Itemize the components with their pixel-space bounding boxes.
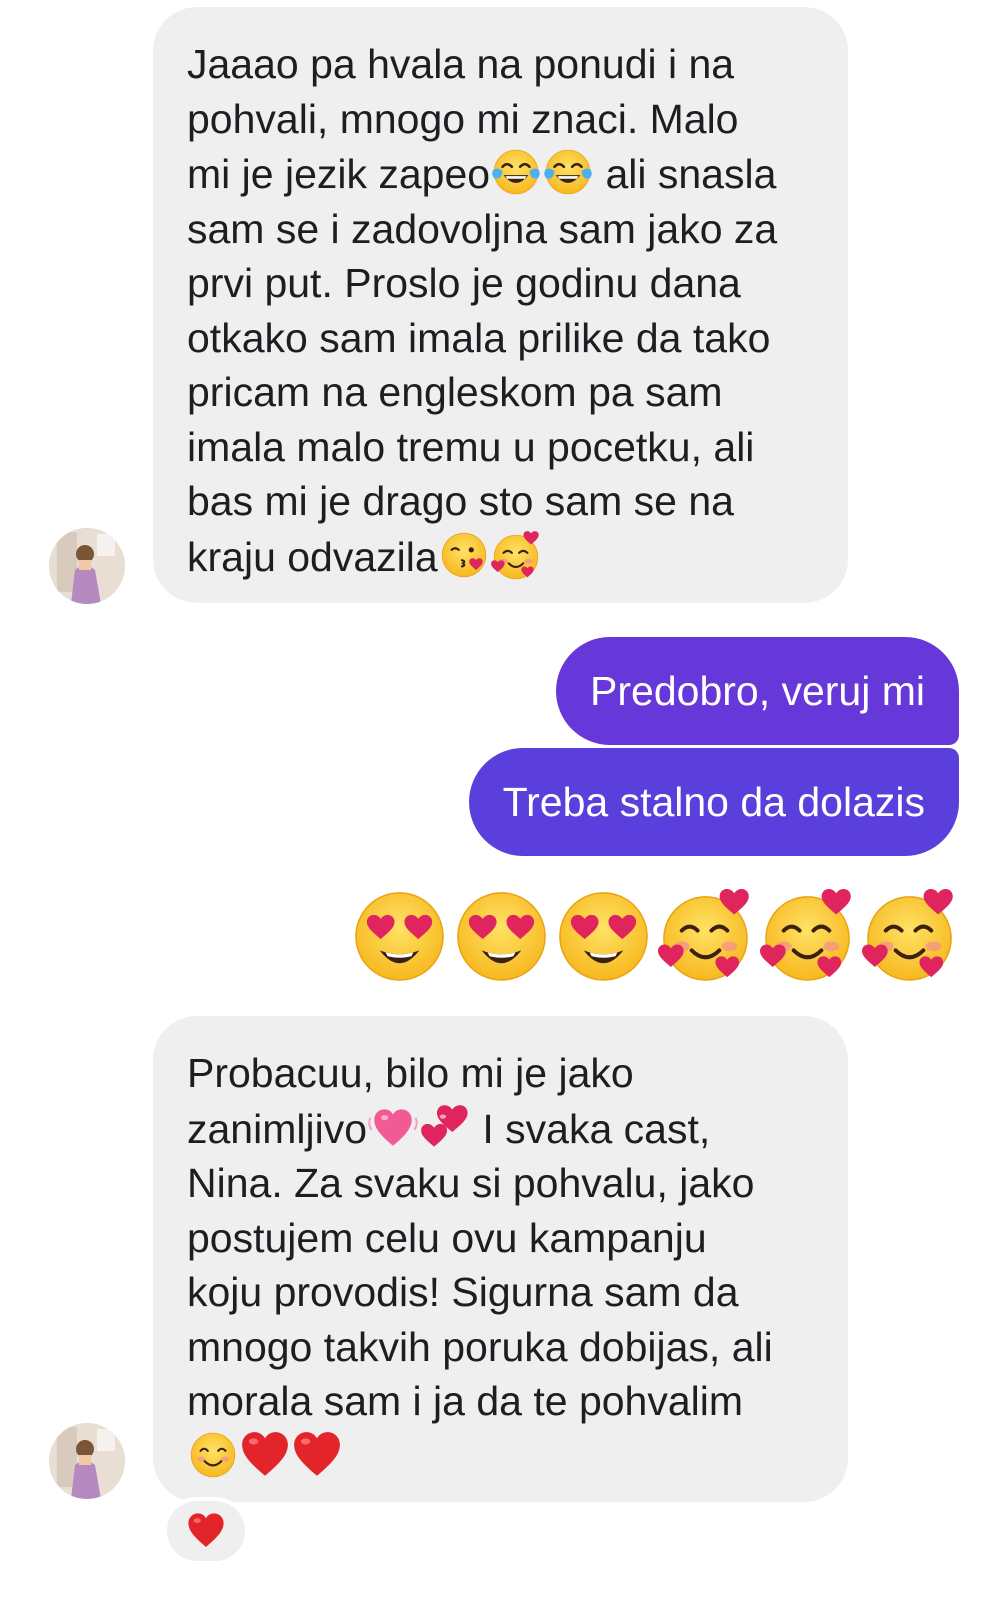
message-line: Probacuu, bilo mi je jako [187, 1050, 634, 1096]
message-text: mi je jezik zapeo [187, 151, 491, 197]
message-reaction[interactable] [163, 1497, 249, 1565]
face-with-tears-of-joy-icon [490, 146, 542, 198]
smiling-face-with-smiling-eyes-icon [187, 1429, 239, 1481]
heart-eyes-icon [554, 885, 653, 984]
message-line: pohvali, mnogo mi znaci. Malo [187, 95, 739, 142]
message-line: pricam na engleskom pa sam [187, 369, 723, 415]
incoming-message[interactable]: Probacuu, bilo mi je jako zanimljivo I s… [153, 1016, 848, 1502]
message-line: prvi put. Proslo je godinu dana [187, 260, 741, 306]
heart-eyes-icon [350, 885, 449, 984]
message-line: morala sam i ja da te pohvalim [187, 1378, 744, 1424]
message-text: Predobro, veruj mi [590, 667, 925, 714]
message-text: I svaka cast, [471, 1105, 711, 1152]
smiling-face-with-hearts-icon [656, 885, 755, 984]
outgoing-message[interactable]: Predobro, veruj mi [556, 637, 959, 745]
message-text: zanimljivo [187, 1105, 367, 1152]
sender-avatar[interactable] [49, 1423, 125, 1499]
message-line: zanimljivo I svaka cast, [187, 1101, 814, 1157]
message-text: kraju odvazila [187, 533, 438, 580]
message-line: Nina. Za svaku si pohvalu, jako [187, 1160, 755, 1206]
red-heart-icon [239, 1429, 291, 1481]
message-line [187, 1429, 814, 1485]
incoming-message[interactable]: Jaaao pa hvala na ponudi i na pohvali, m… [153, 7, 848, 603]
face-blowing-kiss-icon [438, 529, 490, 581]
message-line: otkako sam imala prilike da tako [187, 314, 771, 361]
message-line: mi je jezik zapeo ali snasla [187, 146, 814, 202]
message-line: Jaaao pa hvala na ponudi i na [187, 41, 735, 87]
smiling-face-with-hearts-icon [758, 885, 857, 984]
message-text: Treba stalno da dolazis [502, 778, 925, 825]
outgoing-message[interactable]: Treba stalno da dolazis [468, 748, 959, 856]
sender-avatar[interactable] [49, 528, 125, 604]
heart-eyes-icon [452, 885, 551, 984]
message-line: koju provodis! Sigurna sam da [187, 1269, 739, 1315]
smiling-face-with-hearts-icon [490, 529, 542, 581]
message-line: postujem celu ovu kampanju [187, 1214, 707, 1261]
face-with-tears-of-joy-icon [542, 146, 594, 198]
message-line: imala malo tremu u pocetku, ali [187, 423, 755, 470]
message-line: kraju odvazila [187, 529, 814, 585]
message-line: mnogo takvih poruka dobijas, ali [187, 1323, 773, 1370]
message-line: sam se i zadovoljna sam jako za [187, 205, 778, 252]
red-heart-icon [186, 1511, 226, 1551]
growing-heart-icon [367, 1101, 419, 1153]
outgoing-emoji-message[interactable] [350, 885, 959, 984]
message-line: bas mi je drago sto sam se na [187, 478, 734, 524]
two-hearts-icon [419, 1101, 471, 1153]
red-heart-icon [291, 1429, 343, 1481]
message-text: ali snasla [594, 151, 777, 197]
smiling-face-with-hearts-icon [860, 885, 959, 984]
